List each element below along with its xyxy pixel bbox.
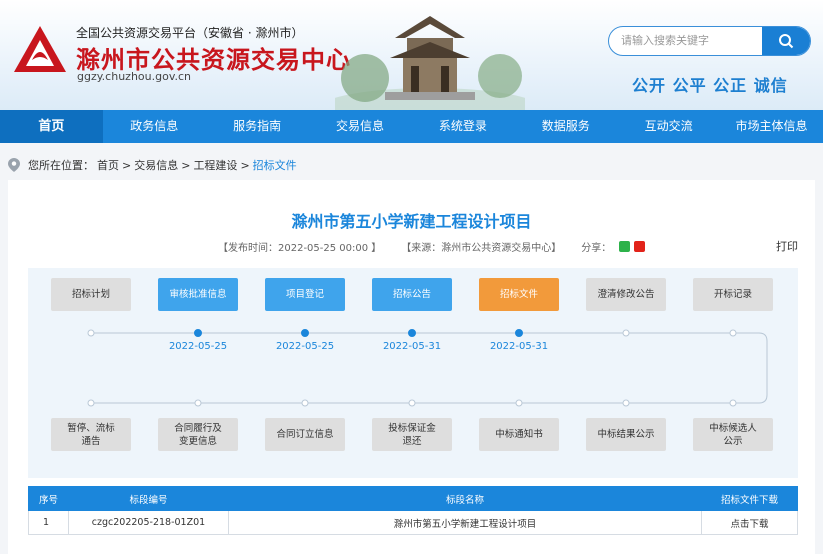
flow-step[interactable]: 暂停、流标 通告	[51, 418, 131, 451]
flow-step[interactable]: 项目登记	[265, 278, 345, 311]
download-link[interactable]: 点击下载	[701, 510, 798, 535]
breadcrumb-prefix: 您所在位置：	[28, 159, 94, 172]
section-name: 滁州市第五小学新建工程设计项目	[228, 510, 702, 535]
flow-step[interactable]: 开标记录	[693, 278, 773, 311]
site-domain: ggzy.chuzhou.gov.cn	[77, 70, 191, 83]
timeline-node	[87, 399, 95, 407]
column-header: 标段名称	[228, 486, 702, 511]
content-card: 滁州市第五小学新建工程设计项目 【发布时间：2022-05-25 00:00 】…	[8, 180, 815, 554]
timeline-node	[194, 329, 202, 337]
breadcrumb-separator: >	[181, 158, 191, 172]
nav-item-interaction[interactable]: 互动交流	[617, 110, 720, 143]
publish-time: 【发布时间：2022-05-25 00:00 】	[218, 243, 382, 254]
wechat-share-icon[interactable]	[619, 241, 631, 252]
step-date: 2022-05-31	[382, 341, 442, 352]
flow-step[interactable]: 招标文件	[479, 278, 559, 311]
timeline-node	[622, 329, 630, 337]
nav-item-home[interactable]: 首页	[0, 110, 103, 143]
flow-step[interactable]: 招标计划	[51, 278, 131, 311]
column-header: 标段编号	[68, 486, 229, 511]
row-index: 1	[28, 510, 69, 535]
share-label: 分享：	[581, 243, 612, 254]
step-date: 2022-05-25	[168, 341, 228, 352]
flow-step[interactable]: 中标结果公示	[586, 418, 666, 451]
nav-item-system-login[interactable]: 系统登录	[412, 110, 515, 143]
search-icon	[779, 34, 794, 49]
site-logo[interactable]	[12, 22, 68, 78]
step-date: 2022-05-31	[489, 341, 549, 352]
article-meta: 【发布时间：2022-05-25 00:00 】 【来源：滁州市公共资源交易中心…	[218, 239, 649, 254]
slogan: 公开 公平 公正 诚信	[632, 76, 788, 95]
section-code: czgc202205-218-01Z01	[68, 510, 229, 535]
timeline-node	[729, 399, 737, 407]
page-title: 滁州市第五小学新建工程设计项目	[291, 212, 532, 231]
timeline-node	[408, 329, 416, 337]
timeline-node	[301, 399, 309, 407]
site-header: 全国公共资源交易平台（安徽省 · 滁州市） 滁州市公共资源交易中心 ggzy.c…	[0, 0, 823, 110]
platform-subtitle: 全国公共资源交易平台（安徽省 · 滁州市）	[76, 26, 304, 40]
timeline-node	[515, 399, 523, 407]
breadcrumb-construction[interactable]: 工程建设	[193, 157, 237, 173]
print-button[interactable]: 打印	[776, 238, 798, 254]
flow-step[interactable]: 合同订立信息	[265, 418, 345, 451]
nav-item-service-guide[interactable]: 服务指南	[206, 110, 309, 143]
weibo-share-icon[interactable]	[634, 241, 646, 252]
timeline-node	[301, 329, 309, 337]
column-header: 招标文件下载	[701, 486, 798, 511]
flow-step[interactable]: 审核批准信息	[158, 278, 238, 311]
step-date: 2022-05-25	[275, 341, 335, 352]
table-header-row: 序号 标段编号 标段名称 招标文件下载	[28, 486, 798, 511]
nav-item-data-service[interactable]: 数据服务	[514, 110, 617, 143]
flow-step[interactable]: 合同履行及 变更信息	[158, 418, 238, 451]
breadcrumb-trade-info[interactable]: 交易信息	[134, 157, 178, 173]
timeline-node	[729, 329, 737, 337]
nav-item-trade-info[interactable]: 交易信息	[309, 110, 412, 143]
table-row: 1 czgc202205-218-01Z01 滁州市第五小学新建工程设计项目 点…	[28, 510, 798, 535]
flow-step[interactable]: 中标候选人 公示	[693, 418, 773, 451]
main-nav: 首页 政务信息 服务指南 交易信息 系统登录 数据服务 互动交流 市场主体信息	[0, 110, 823, 143]
process-flow: 招标计划 审核批准信息 2022-05-25 项目登记 2022-05-25 招标公告 20…	[28, 268, 798, 478]
bid-sections-table: 序号 标段编号 标段名称 招标文件下载 1 czgc202205-218-01Z…	[28, 486, 798, 535]
timeline-node	[622, 399, 630, 407]
article-source: 【来源：滁州市公共资源交易中心】	[401, 243, 562, 254]
search-box	[608, 26, 811, 56]
nav-item-market-entities[interactable]: 市场主体信息	[720, 110, 823, 143]
column-header: 序号	[28, 486, 69, 511]
breadcrumb-home[interactable]: 首页	[97, 157, 119, 173]
flow-step[interactable]: 中标通知书	[479, 418, 559, 451]
breadcrumb: 您所在位置： 首页 > 交易信息 > 工程建设 > 招标文件	[8, 157, 300, 173]
timeline-node	[515, 329, 523, 337]
search-button[interactable]	[762, 27, 810, 55]
breadcrumb-separator: >	[240, 158, 250, 172]
nav-item-government-info[interactable]: 政务信息	[103, 110, 206, 143]
flow-step[interactable]: 招标公告	[372, 278, 452, 311]
pavilion-banner-image	[335, 16, 525, 110]
timeline-node	[194, 399, 202, 407]
breadcrumb-current: 招标文件	[252, 159, 297, 172]
timeline-node	[87, 329, 95, 337]
search-input[interactable]	[609, 27, 759, 55]
flow-step[interactable]: 澄清修改公告	[586, 278, 666, 311]
timeline-node	[408, 399, 416, 407]
breadcrumb-separator: >	[122, 158, 132, 172]
location-pin-icon	[8, 158, 20, 172]
flow-step[interactable]: 投标保证金 退还	[372, 418, 452, 451]
